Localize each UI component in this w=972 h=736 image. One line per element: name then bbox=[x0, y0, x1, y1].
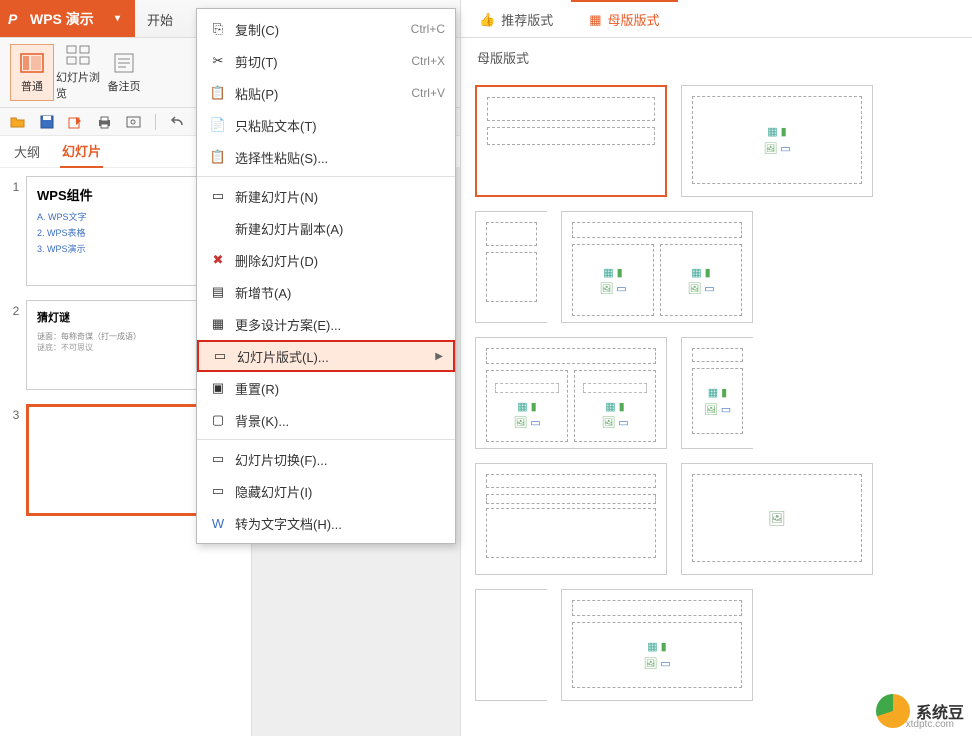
open-icon[interactable] bbox=[10, 114, 25, 129]
layout-option[interactable] bbox=[475, 211, 547, 323]
print-icon[interactable] bbox=[97, 114, 112, 129]
cut-icon: ✂ bbox=[207, 53, 229, 69]
tab-master-layout[interactable]: ▦母版版式 bbox=[571, 0, 677, 37]
app-logo[interactable]: P WPS 演示 ▾ bbox=[0, 0, 135, 37]
layout-grid: ▦▮🖼▭ ▦▮🖼▭▦▮🖼▭ ▦▮🖼▭▦▮🖼▭ ▦▮🖼▭ 🖼 ▦▮🖼▭ bbox=[461, 77, 972, 709]
menu-new-slide[interactable]: ▭新建幻灯片(N) bbox=[197, 180, 455, 212]
notes-view-icon bbox=[111, 52, 137, 74]
menu-more-design[interactable]: ▦更多设计方案(E)... bbox=[197, 308, 455, 340]
menu-start[interactable]: 开始 bbox=[135, 0, 185, 37]
layout-option[interactable]: ▦▮🖼▭▦▮🖼▭ bbox=[475, 337, 667, 449]
menu-delete-slide[interactable]: ✖删除幻灯片(D) bbox=[197, 244, 455, 276]
layout-option[interactable]: ▦▮🖼▭ bbox=[561, 589, 753, 701]
view-browse-button[interactable]: 幻灯片浏览 bbox=[56, 44, 100, 101]
delete-slide-icon: ✖ bbox=[207, 252, 229, 268]
menu-duplicate-slide[interactable]: 新建幻灯片副本(A) bbox=[197, 212, 455, 244]
tab-slides[interactable]: 幻灯片 bbox=[60, 135, 103, 168]
watermark: 系统豆 xtdptc.com bbox=[876, 694, 964, 728]
menu-slide-layout[interactable]: ▭幻灯片版式(L)...▶ bbox=[197, 340, 455, 372]
view-notes-label: 备注页 bbox=[108, 78, 141, 94]
menu-paste-text[interactable]: 📄只粘贴文本(T) bbox=[197, 109, 455, 141]
layout-option[interactable]: ▦▮🖼▭ bbox=[681, 85, 873, 197]
paste-text-icon: 📄 bbox=[207, 117, 229, 133]
copy-icon: ⎘ bbox=[207, 21, 229, 37]
paste-special-icon: 📋 bbox=[207, 149, 229, 165]
new-slide-icon: ▭ bbox=[207, 188, 229, 204]
view-notes-button[interactable]: 备注页 bbox=[102, 44, 146, 101]
view-normal-label: 普通 bbox=[21, 78, 43, 94]
slide-number: 2 bbox=[6, 300, 26, 390]
layout-option[interactable]: ▦▮🖼▭ bbox=[681, 337, 753, 449]
menu-convert[interactable]: W转为文字文档(H)... bbox=[197, 507, 455, 539]
tab-recommend-layout[interactable]: 👍推荐版式 bbox=[461, 0, 571, 37]
menu-transition[interactable]: ▭幻灯片切换(F)... bbox=[197, 443, 455, 475]
layout-option[interactable] bbox=[475, 463, 667, 575]
chevron-down-icon[interactable]: ▾ bbox=[115, 13, 127, 24]
convert-icon: W bbox=[207, 516, 229, 531]
view-browse-label: 幻灯片浏览 bbox=[56, 69, 100, 101]
menu-paste-special[interactable]: 📋选择性粘贴(S)... bbox=[197, 141, 455, 173]
browse-view-icon bbox=[65, 44, 91, 65]
menu-background[interactable]: ▢背景(K)... bbox=[197, 404, 455, 436]
context-menu: ⎘复制(C)Ctrl+C ✂剪切(T)Ctrl+X 📋粘贴(P)Ctrl+V 📄… bbox=[196, 8, 456, 544]
hide-icon: ▭ bbox=[207, 483, 229, 499]
export-icon[interactable] bbox=[68, 114, 83, 129]
wps-p-icon: P bbox=[8, 11, 24, 27]
slide-number: 3 bbox=[6, 404, 26, 516]
app-name: WPS 演示 bbox=[30, 9, 94, 29]
reset-icon: ▣ bbox=[207, 380, 229, 396]
layout-grid-icon: ▦ bbox=[589, 12, 601, 28]
layout-option[interactable]: 🖼 bbox=[681, 463, 873, 575]
save-icon[interactable] bbox=[39, 114, 54, 129]
layout-section-header: 母版版式 bbox=[461, 38, 972, 77]
picture-icon: 🖼 bbox=[768, 510, 786, 527]
chevron-right-icon: ▶ bbox=[435, 351, 443, 362]
layout-option[interactable] bbox=[475, 85, 667, 197]
layout-option[interactable] bbox=[475, 589, 547, 701]
view-normal-button[interactable]: 普通 bbox=[10, 44, 54, 101]
slide-number: 1 bbox=[6, 176, 26, 286]
preview-icon[interactable] bbox=[126, 114, 141, 129]
design-icon: ▦ bbox=[207, 316, 229, 332]
layout-option[interactable]: ▦▮🖼▭▦▮🖼▭ bbox=[561, 211, 753, 323]
menu-reset[interactable]: ▣重置(R) bbox=[197, 372, 455, 404]
menu-cut[interactable]: ✂剪切(T)Ctrl+X bbox=[197, 45, 455, 77]
transition-icon: ▭ bbox=[207, 451, 229, 467]
layout-panel: 👍推荐版式 ▦母版版式 母版版式 ▦▮🖼▭ ▦▮🖼▭▦▮🖼▭ ▦▮🖼▭▦▮🖼▭ … bbox=[460, 0, 972, 736]
section-icon: ▤ bbox=[207, 284, 229, 300]
tab-outline[interactable]: 大纲 bbox=[12, 136, 42, 167]
thumbs-up-icon: 👍 bbox=[479, 12, 495, 28]
menu-new-section[interactable]: ▤新增节(A) bbox=[197, 276, 455, 308]
menu-hide-slide[interactable]: ▭隐藏幻灯片(I) bbox=[197, 475, 455, 507]
background-icon: ▢ bbox=[207, 412, 229, 428]
undo-icon[interactable] bbox=[170, 114, 185, 129]
layout-icon: ▭ bbox=[209, 348, 231, 364]
layout-panel-tabs: 👍推荐版式 ▦母版版式 bbox=[461, 0, 972, 38]
menu-copy[interactable]: ⎘复制(C)Ctrl+C bbox=[197, 13, 455, 45]
normal-view-icon bbox=[19, 52, 45, 74]
watermark-url: xtdptc.com bbox=[906, 719, 954, 730]
menu-paste[interactable]: 📋粘贴(P)Ctrl+V bbox=[197, 77, 455, 109]
paste-icon: 📋 bbox=[207, 85, 229, 101]
